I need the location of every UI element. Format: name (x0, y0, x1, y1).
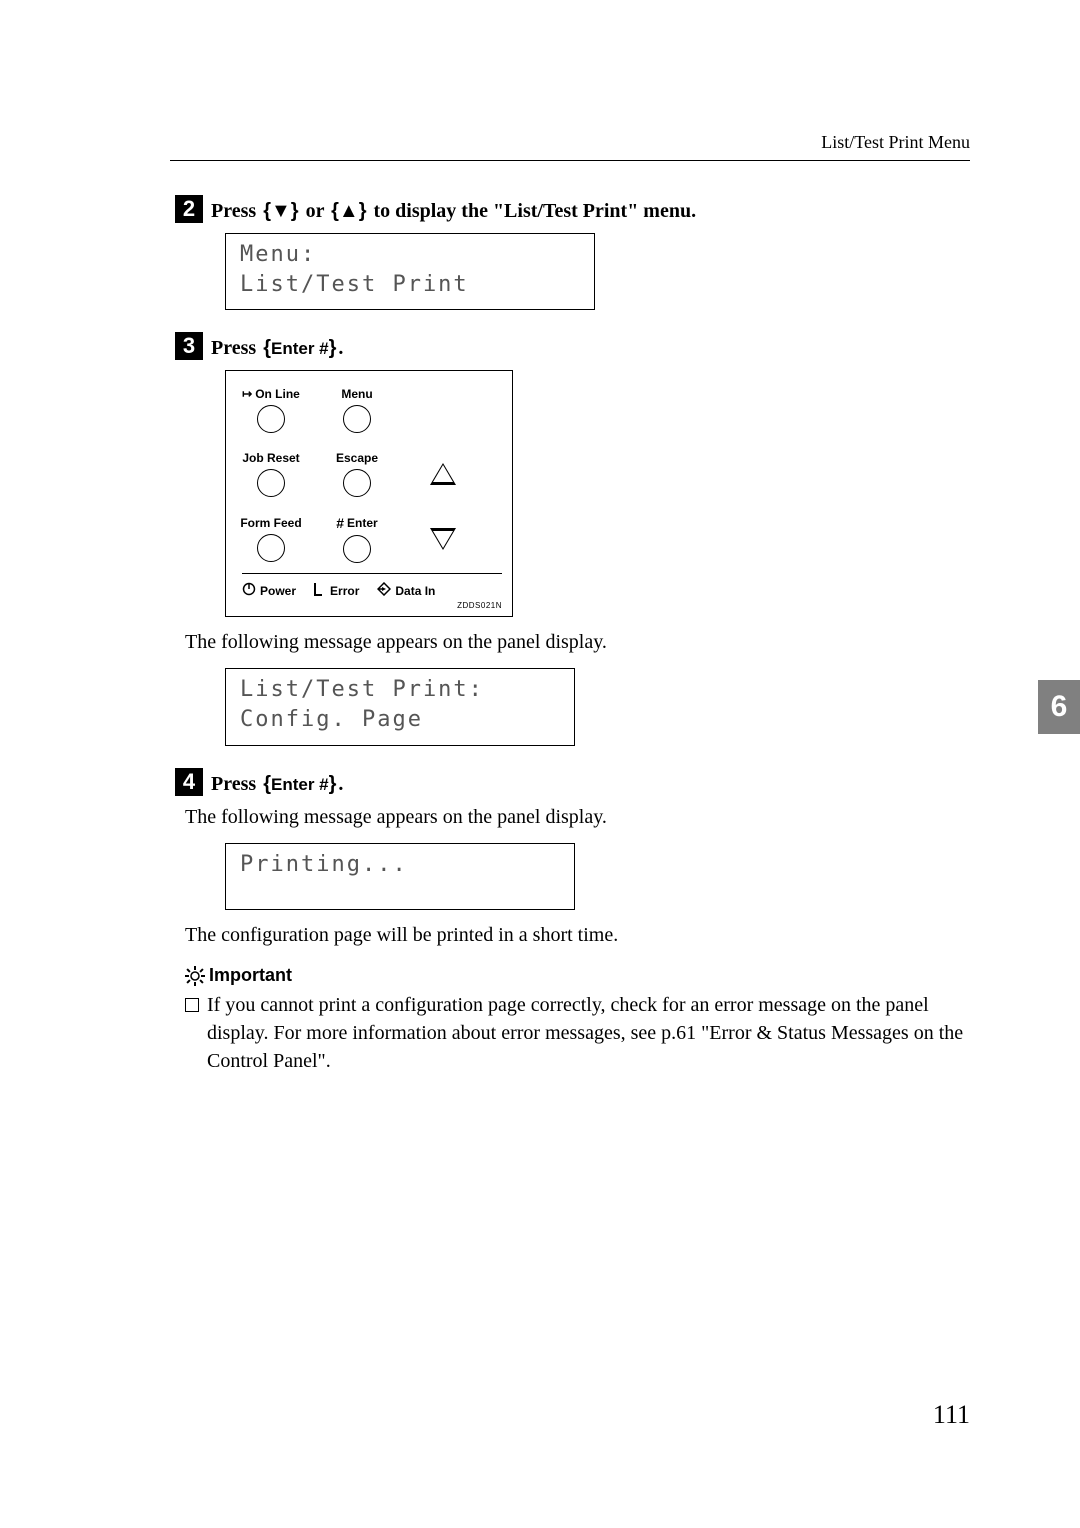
escape-button (343, 469, 371, 497)
step-2: 2 Press {▼} or {▲} to display the "List/… (175, 195, 970, 310)
step2-pre: Press (211, 200, 256, 222)
step-3: 3 Press {Enter #}. ↦On Line Menu (175, 332, 970, 745)
important-gear-icon (185, 966, 205, 986)
hash-icon: # (336, 515, 344, 531)
header-section: List/Test Print Menu (821, 132, 970, 153)
bullet-box-icon (185, 998, 199, 1012)
up-button-icon (430, 463, 456, 485)
header-rule (170, 160, 970, 161)
step4-post: . (338, 773, 343, 795)
down-button-icon (430, 528, 456, 550)
online-arrow-icon: ↦ (242, 387, 252, 401)
enter-button (343, 535, 371, 563)
step2-mid: or (306, 200, 325, 222)
step-4-text: Press {Enter #}. (211, 773, 343, 796)
enter-key-label-2: Enter # (271, 775, 329, 794)
lcd-line1: Printing... (240, 850, 560, 880)
important-text: If you cannot print a configuration page… (207, 992, 970, 1075)
datain-label: Data In (395, 584, 435, 598)
page-number: 111 (933, 1400, 970, 1430)
important-bullet: If you cannot print a configuration page… (185, 992, 970, 1075)
step2-post: to display the "List/Test Print" menu. (373, 200, 696, 222)
chapter-tab: 6 (1038, 680, 1080, 734)
menu-label: Menu (341, 387, 372, 401)
formfeed-label: Form Feed (240, 516, 301, 530)
step-4: 4 Press {Enter #}. The following message… (175, 768, 970, 1075)
enter-key-2: {Enter #} (263, 773, 336, 796)
up-key-icon: {▲} (331, 200, 366, 223)
step4-pre: Press (211, 773, 256, 795)
error-icon (314, 582, 326, 599)
step-number-4: 4 (175, 768, 203, 796)
lcd-line1: Menu: (240, 240, 580, 270)
important-label: Important (209, 965, 292, 986)
lcd-line1: List/Test Print: (240, 675, 560, 705)
enter-key: {Enter #} (263, 337, 336, 360)
down-key-icon: {▼} (263, 200, 298, 223)
jobreset-button (257, 469, 285, 497)
panel-ref-code: ZDDS021N (242, 601, 502, 610)
online-label: On Line (255, 387, 300, 401)
escape-label: Escape (336, 451, 378, 465)
lcd-line2: Config. Page (240, 705, 560, 735)
step4-after-text: The following message appears on the pan… (185, 806, 970, 829)
power-label: Power (260, 584, 296, 598)
step-3-text: Press {Enter #}. (211, 337, 343, 360)
lcd-display-listtest: List/Test Print: Config. Page (225, 668, 575, 745)
enter-label: Enter (347, 516, 378, 530)
error-label: Error (330, 584, 359, 598)
lcd-line2: List/Test Print (240, 270, 580, 300)
step-2-text: Press {▼} or {▲} to display the "List/Te… (211, 200, 696, 223)
lcd-display-printing: Printing... (225, 843, 575, 911)
power-icon (242, 582, 256, 599)
datain-icon (377, 582, 391, 599)
enter-key-label: Enter # (271, 339, 329, 358)
step3-after-panel-text: The following message appears on the pan… (185, 631, 970, 654)
formfeed-button (257, 534, 285, 562)
control-panel-diagram: ↦On Line Menu Job Reset Escape (225, 370, 513, 617)
step3-pre: Press (211, 337, 256, 359)
lcd-display-menu: Menu: List/Test Print (225, 233, 595, 310)
jobreset-label: Job Reset (242, 451, 299, 465)
step3-post: . (338, 337, 343, 359)
important-heading: Important (185, 965, 970, 986)
step-number-2: 2 (175, 195, 203, 223)
menu-button (343, 405, 371, 433)
step-number-3: 3 (175, 332, 203, 360)
step4-after-lcd-text: The configuration page will be printed i… (185, 924, 970, 947)
online-button (257, 405, 285, 433)
